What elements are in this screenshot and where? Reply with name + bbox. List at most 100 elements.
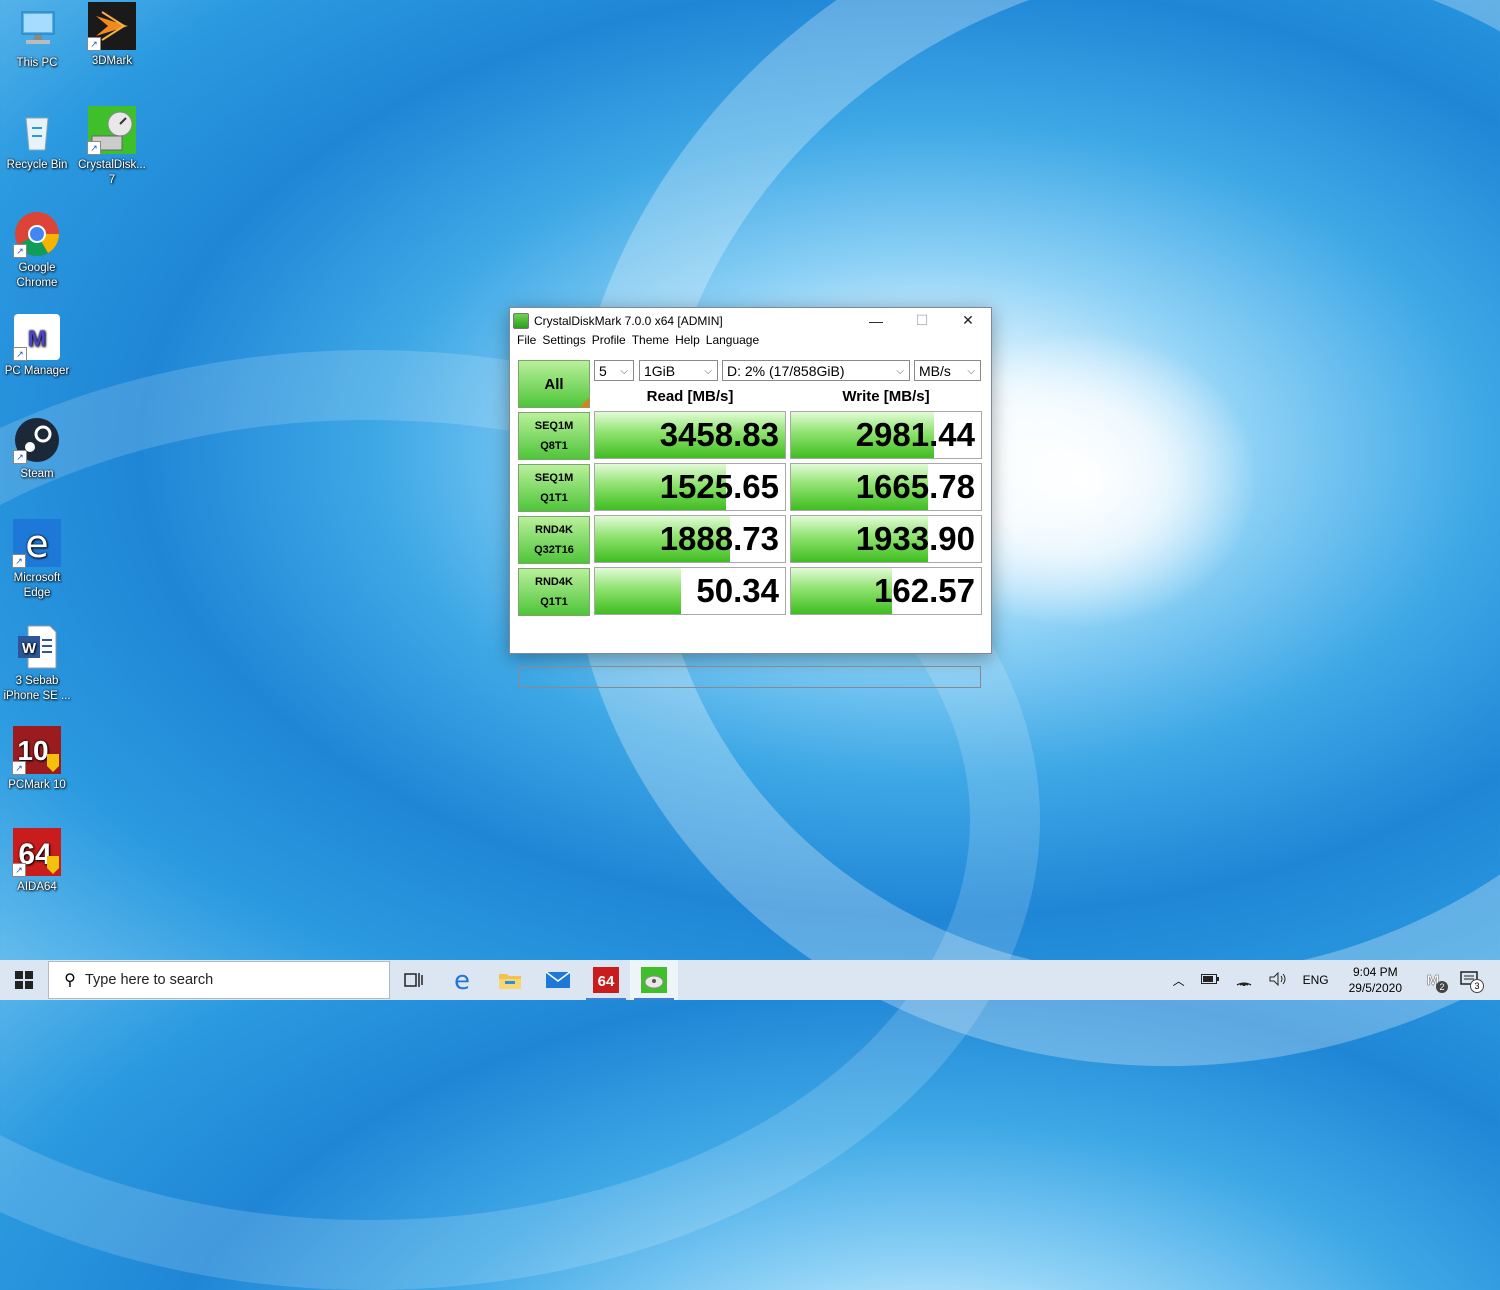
menu-file[interactable]: File xyxy=(514,333,539,352)
read-value: 1888.73 xyxy=(659,520,779,557)
test-seq1m-q8t1-button[interactable]: SEQ1M Q8T1 xyxy=(518,412,590,460)
desktop-icon-chrome[interactable]: ↗ Google Chrome xyxy=(0,211,74,291)
3dmark-icon: ↗ xyxy=(87,2,136,51)
system-tray: ︿ ENG 9:04 PM 29/5/2020 M 2 3 xyxy=(1165,960,1500,1000)
test-sublabel: Q8T1 xyxy=(540,440,568,452)
test-sublabel: Q1T1 xyxy=(540,492,568,504)
app-icon xyxy=(513,312,529,329)
test-sublabel: Q32T16 xyxy=(534,544,574,556)
svg-text:e: e xyxy=(454,968,470,992)
folder-icon xyxy=(499,974,521,989)
this-pc-icon xyxy=(14,6,60,52)
desktop-icon-label: 3 Sebab iPhone SE ... xyxy=(3,675,71,702)
all-button[interactable]: All xyxy=(518,360,590,408)
desktop-icon-label: PC Manager xyxy=(4,365,70,377)
taskbar-edge[interactable]: e xyxy=(438,960,486,1000)
svg-text:e: e xyxy=(25,522,48,566)
desktop-icon-recycle-bin[interactable]: Recycle Bin xyxy=(0,108,74,173)
desktop-icon-label: AIDA64 xyxy=(17,881,57,893)
title-bar[interactable]: CrystalDiskMark 7.0.0 x64 [ADMIN] — ☐ ✕ xyxy=(510,308,991,333)
maximize-button[interactable]: ☐ xyxy=(899,308,945,333)
desktop-icon-label: Steam xyxy=(20,468,54,480)
write-result-cell: 1933.90 xyxy=(790,515,982,563)
menu-theme[interactable]: Theme xyxy=(629,333,672,352)
recycle-bin-icon xyxy=(14,108,60,154)
taskbar-crystaldiskmark[interactable] xyxy=(630,960,678,1000)
show-hidden-icons-chevron-up-icon[interactable]: ︿ xyxy=(1165,972,1193,989)
chevron-down-icon: ⌵ xyxy=(704,366,712,377)
desktop-icon-label: Recycle Bin xyxy=(6,159,68,171)
read-result-cell: 1888.73 xyxy=(594,515,786,563)
search-icon: ⚲ xyxy=(64,972,76,989)
count-value: 5 xyxy=(599,363,607,379)
action-center-button[interactable]: 3 xyxy=(1452,970,1500,993)
clock[interactable]: 9:04 PM 29/5/2020 xyxy=(1337,964,1414,996)
close-button[interactable]: ✕ xyxy=(945,308,991,333)
mail-icon xyxy=(545,971,571,988)
desktop-icon-crystaldiskmark[interactable]: ↗ CrystalDisk... 7 xyxy=(75,106,149,188)
taskbar-mail[interactable] xyxy=(534,960,582,1000)
desktop-icon-aida64[interactable]: 64 ↗ AIDA64 xyxy=(0,828,74,895)
size-value: 1GiB xyxy=(644,363,676,379)
crystaldiskmark-window: CrystalDiskMark 7.0.0 x64 [ADMIN] — ☐ ✕ … xyxy=(509,307,992,688)
menu-settings[interactable]: Settings xyxy=(539,333,588,352)
pcmark-icon: 10 ↗ xyxy=(12,726,61,775)
clock-time: 9:04 PM xyxy=(1352,965,1398,979)
benchmark-panel: All 5 ⌵ 1GiB ⌵ D: 2% (17/858GiB) ⌵ MB/s ⌵ Re… xyxy=(510,354,991,688)
menu-help[interactable]: Help xyxy=(672,333,703,352)
battery-icon[interactable] xyxy=(1193,973,1227,987)
read-header: Read [MB/s] xyxy=(646,388,734,405)
steam-icon: ↗ xyxy=(13,417,60,464)
taskbar-file-explorer[interactable] xyxy=(486,960,534,1000)
word-doc-icon: W xyxy=(14,624,60,670)
write-value: 1933.90 xyxy=(855,520,975,557)
desktop-icon-3dmark[interactable]: ↗ 3DMark xyxy=(75,2,149,69)
test-label: SEQ1M xyxy=(534,472,574,484)
write-result-cell: 1665.78 xyxy=(790,463,982,511)
read-result-cell: 3458.83 xyxy=(594,411,786,459)
write-value: 2981.44 xyxy=(855,416,975,453)
aida64-icon: 64 xyxy=(593,967,619,993)
pc-manager-badge: 2 xyxy=(1436,980,1448,993)
test-seq1m-q1t1-button[interactable]: SEQ1M Q1T1 xyxy=(518,464,590,512)
test-rnd4k-q32t16-button[interactable]: RND4K Q32T16 xyxy=(518,516,590,564)
taskbar-aida64[interactable]: 64 xyxy=(582,960,630,1000)
menu-language[interactable]: Language xyxy=(703,333,762,352)
start-button[interactable] xyxy=(0,960,48,1000)
desktop-icon-label: This PC xyxy=(16,57,58,69)
unit-select[interactable]: MB/s ⌵ xyxy=(914,360,981,381)
minimize-button[interactable]: — xyxy=(853,308,899,333)
desktop-icon-pc-manager[interactable]: M ↗ PC Manager xyxy=(0,314,74,379)
edge-icon: e xyxy=(454,968,470,992)
read-value: 3458.83 xyxy=(659,416,779,453)
read-value: 50.34 xyxy=(696,572,779,609)
task-view-button[interactable] xyxy=(390,960,438,1000)
menu-profile[interactable]: Profile xyxy=(589,333,629,352)
count-select[interactable]: 5 ⌵ xyxy=(594,360,634,381)
clock-date: 29/5/2020 xyxy=(1348,981,1402,995)
write-value: 162.57 xyxy=(874,572,975,609)
size-select[interactable]: 1GiB ⌵ xyxy=(639,360,718,381)
task-view-icon xyxy=(404,973,423,987)
desktop-icon-edge[interactable]: e ↗ Microsoft Edge xyxy=(0,519,74,601)
drive-select[interactable]: D: 2% (17/858GiB) ⌵ xyxy=(722,360,910,381)
taskbar-search-box[interactable]: ⚲ Type here to search xyxy=(48,961,390,999)
pc-manager-tray-icon[interactable]: M 2 xyxy=(1414,970,1452,993)
search-placeholder: Type here to search xyxy=(85,972,214,988)
desktop-icon-pcmark[interactable]: 10 ↗ PCMark 10 xyxy=(0,726,74,793)
desktop-icon-this-pc[interactable]: This PC xyxy=(0,6,74,71)
volume-icon[interactable] xyxy=(1261,971,1295,989)
wifi-icon[interactable] xyxy=(1227,972,1261,989)
drive-value: D: 2% (17/858GiB) xyxy=(727,363,845,379)
read-result-cell: 1525.65 xyxy=(594,463,786,511)
read-bar xyxy=(595,568,681,614)
test-sublabel: Q1T1 xyxy=(540,596,568,608)
desktop-icon-steam[interactable]: ↗ Steam xyxy=(0,417,74,482)
desktop-icon-word-document[interactable]: W 3 Sebab iPhone SE ... xyxy=(0,624,74,704)
write-result-cell: 162.57 xyxy=(790,567,982,615)
comment-field[interactable] xyxy=(518,666,981,688)
input-language[interactable]: ENG xyxy=(1295,973,1337,987)
test-label: RND4K xyxy=(535,524,573,536)
test-rnd4k-q1t1-button[interactable]: RND4K Q1T1 xyxy=(518,568,590,616)
pc-manager-icon: M ↗ xyxy=(13,314,60,361)
